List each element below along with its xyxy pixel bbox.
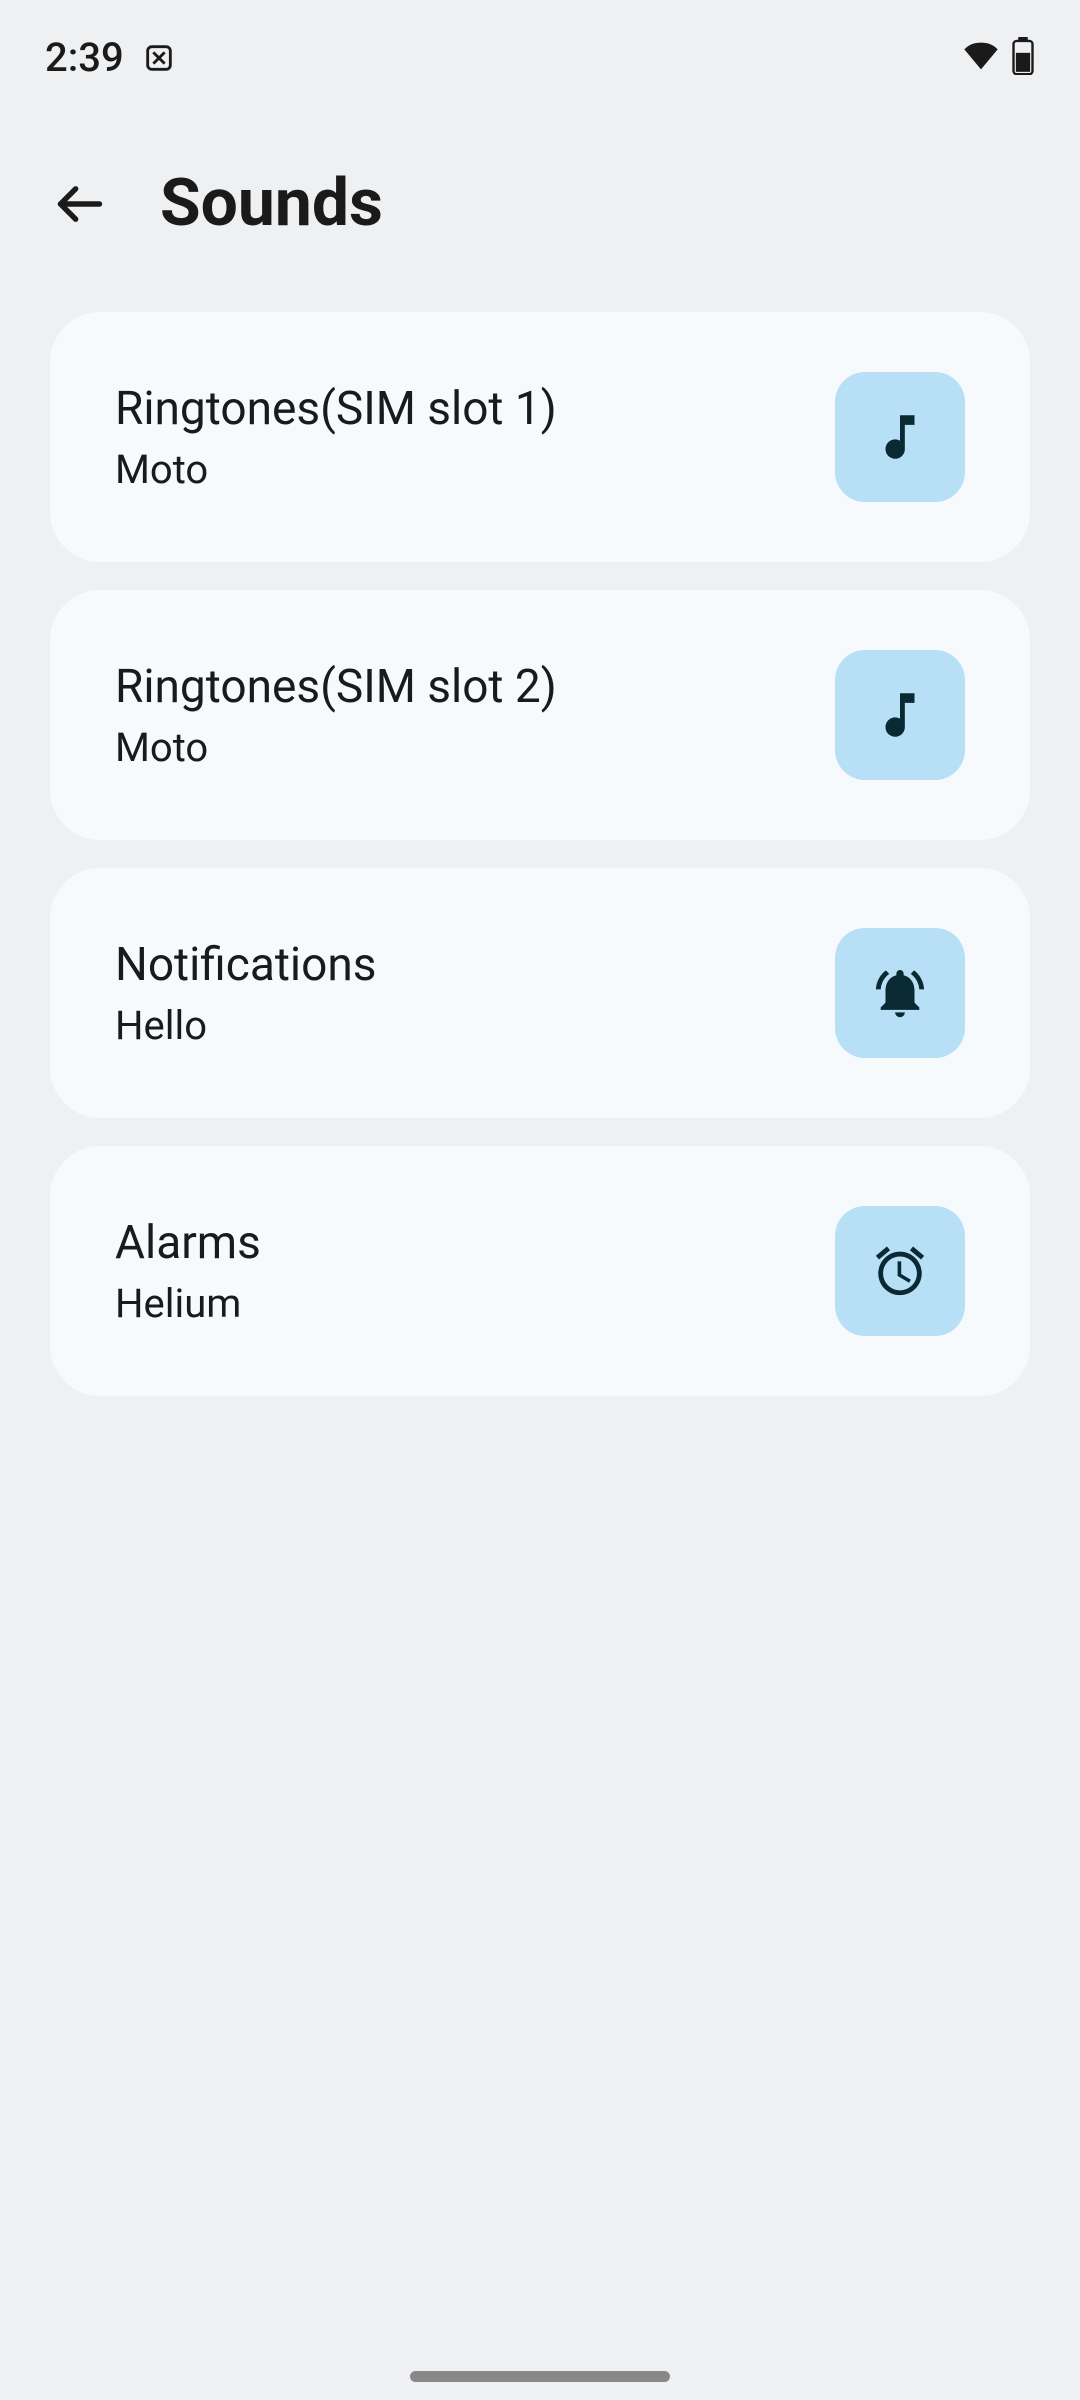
card-text: Ringtones(SIM slot 1) Moto [115,382,557,493]
card-title: Ringtones(SIM slot 2) [115,660,557,714]
card-subtitle: Helium [115,1280,261,1327]
music-note-icon [835,650,965,780]
do-not-disturb-icon [142,41,176,75]
alarms-card[interactable]: Alarms Helium [50,1146,1030,1396]
card-text: Notifications Hello [115,938,377,1049]
notifications-card[interactable]: Notifications Hello [50,868,1030,1118]
status-time: 2:39 [45,34,124,81]
card-subtitle: Moto [115,446,557,493]
ringtones-sim2-card[interactable]: Ringtones(SIM slot 2) Moto [50,590,1030,840]
navigation-handle[interactable] [410,2371,670,2382]
cards-container: Ringtones(SIM slot 1) Moto Ringtones(SIM… [0,312,1080,1396]
card-subtitle: Hello [115,1002,377,1049]
ringtones-sim1-card[interactable]: Ringtones(SIM slot 1) Moto [50,312,1030,562]
page-title: Sounds [160,165,383,242]
arrow-left-icon [54,178,106,230]
back-button[interactable] [50,174,110,234]
card-title: Notifications [115,938,377,992]
header: Sounds [0,95,1080,312]
card-title: Ringtones(SIM slot 1) [115,382,557,436]
status-left: 2:39 [45,34,176,81]
card-text: Alarms Helium [115,1216,261,1327]
wifi-icon [961,39,1001,77]
card-title: Alarms [115,1216,261,1270]
bell-icon [835,928,965,1058]
card-subtitle: Moto [115,724,557,771]
alarm-clock-icon [835,1206,965,1336]
status-right [961,37,1035,79]
music-note-icon [835,372,965,502]
status-bar: 2:39 [0,0,1080,95]
card-text: Ringtones(SIM slot 2) Moto [115,660,557,771]
battery-icon [1011,37,1035,79]
